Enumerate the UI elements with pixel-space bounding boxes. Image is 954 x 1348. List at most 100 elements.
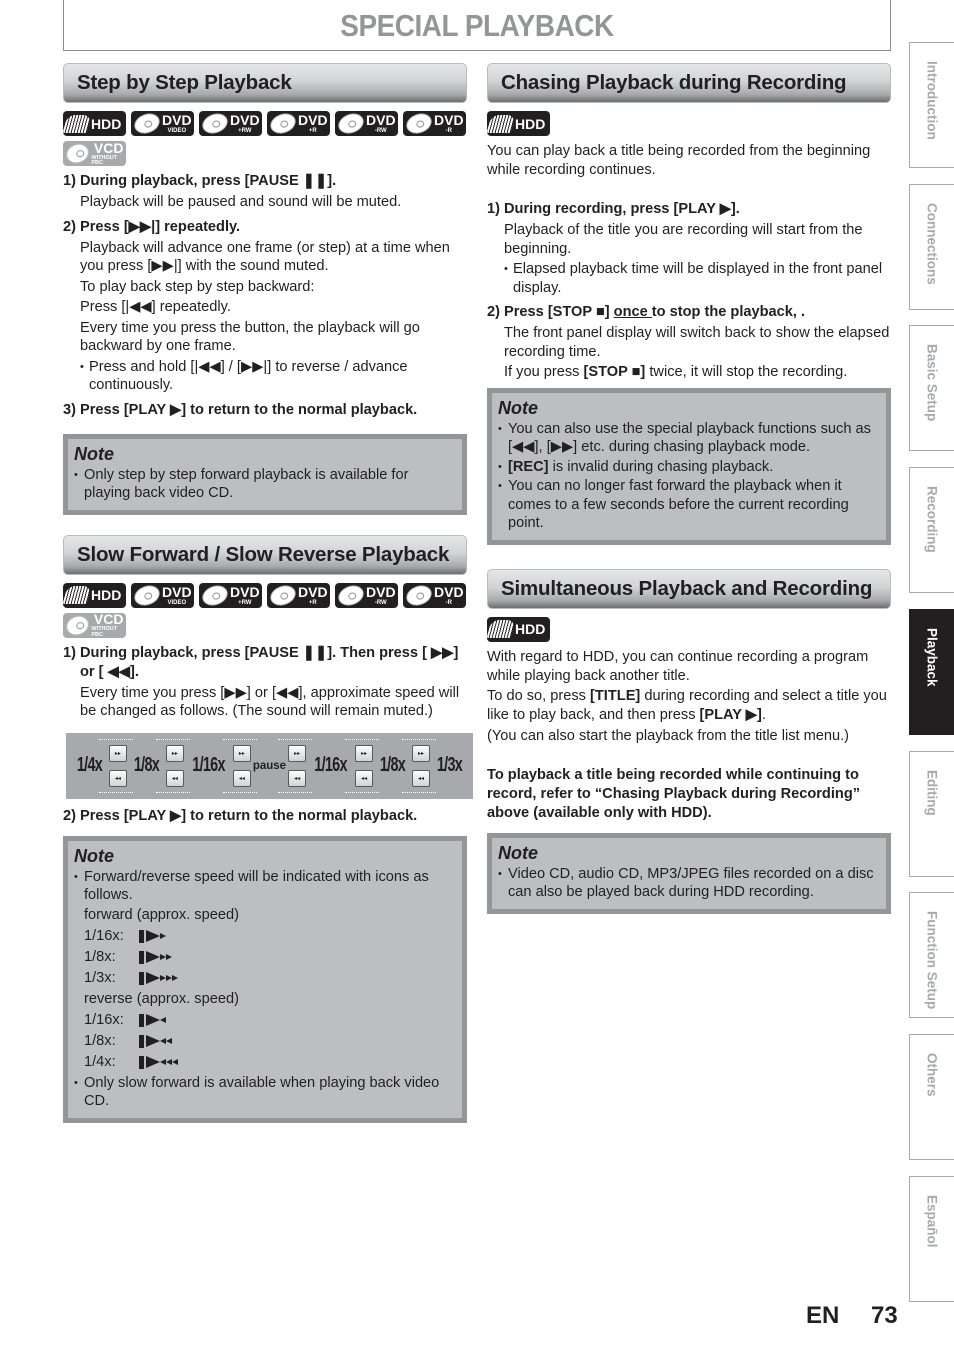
- note-item: [REC] is invalid during chasing playback…: [498, 458, 880, 477]
- paragraph: To do so, press [TITLE] during recording…: [487, 687, 891, 725]
- text: twice, it will stop the recording.: [645, 364, 848, 380]
- dvd-minus-r-badge: DVD -R: [403, 111, 466, 136]
- disc-icon: [131, 111, 163, 136]
- section-title: Step by Step Playback: [77, 71, 292, 94]
- speed-diagram: 1/4x ▸▸ ◂◂ 1/8x ▸▸ ◂◂ 1/16x ▸▸ ◂◂ pause ▸▸ ◂…: [66, 732, 473, 799]
- emphasis-once: once: [613, 304, 652, 320]
- note-item: Forward/reverse speed will be indicated …: [74, 868, 456, 905]
- disc-icon: [335, 111, 367, 136]
- hdd-icon: [63, 114, 92, 133]
- step-heading: Press [PLAY ▶] to return to the normal p…: [80, 401, 418, 418]
- dvd-minus-r-badge: DVD -R: [403, 582, 466, 608]
- step-number: 2): [63, 218, 76, 235]
- badge-sublabel: -RW: [374, 599, 387, 606]
- step-body: Playback will advance one frame (or step…: [80, 239, 450, 275]
- page-title-box: SPECIAL PLAYBACK: [63, 0, 891, 51]
- badge-label: HDD: [515, 621, 546, 637]
- hdd-icon: [63, 586, 92, 604]
- note-title: Note: [74, 845, 114, 866]
- speed-label: 1/16x: [192, 754, 225, 776]
- step-1: 1) During playback, press [PAUSE ❚❚]. The…: [63, 644, 467, 721]
- note-item: You can also use the special playback fu…: [498, 420, 880, 457]
- chapter-tab-label: Basic Setup: [924, 344, 940, 422]
- chapter-tab-label: Recording: [924, 486, 940, 553]
- speed-label: 1/16x:: [84, 927, 124, 944]
- chapter-tab-label: Function Setup: [924, 911, 940, 1010]
- badge-label: DVD: [298, 112, 328, 128]
- chapter-tab-introduction[interactable]: Introduction: [909, 42, 954, 168]
- note-item: Video CD, audio CD, MP3/JPEG files recor…: [498, 865, 880, 902]
- chapter-tab-basic-setup[interactable]: Basic Setup: [909, 325, 954, 452]
- hdd-badge: HDD: [487, 111, 550, 136]
- step-body: If you press [STOP ■] twice, it will sto…: [504, 363, 891, 382]
- key-label: [STOP ■]: [583, 364, 646, 380]
- reference-note: To playback a title being recorded while…: [487, 766, 861, 821]
- rewind-icon: ◂◂: [165, 769, 184, 787]
- chapter-tab-espa-ol[interactable]: Español: [909, 1175, 954, 1302]
- speed-label: 1/16x:: [84, 1011, 124, 1028]
- badge-label: HDD: [91, 587, 122, 603]
- badge-label: DVD: [366, 112, 396, 128]
- forward-label: forward (approx. speed): [84, 906, 239, 923]
- step-2: 2) Press [▶▶|] repeatedly. Playback will …: [63, 218, 467, 395]
- step-number: 2): [63, 807, 76, 824]
- speed-label: 1/4x:: [84, 1053, 116, 1070]
- badge-label: DVD: [298, 583, 328, 600]
- chapter-tab-label: Introduction: [924, 61, 940, 140]
- slow-reverse-icon: [139, 1013, 166, 1027]
- step-body: Playback will be paused and sound will b…: [80, 194, 402, 210]
- disc-icon: [131, 582, 163, 608]
- left-column: Step by Step Playback HDD DVD VIDEO DVD +R…: [63, 63, 473, 1123]
- badge-label: VCD: [93, 141, 124, 156]
- badge-sublabel: VIDEO: [167, 599, 187, 606]
- chapter-tab-function-setup[interactable]: Function Setup: [909, 892, 954, 1019]
- rewind-icon: ◂◂: [412, 769, 431, 787]
- chapter-tab-others[interactable]: Others: [909, 1033, 954, 1160]
- chapter-tab-recording[interactable]: Recording: [909, 467, 954, 594]
- speed-label: 1/4x: [76, 754, 103, 776]
- disc-icon: [335, 582, 367, 608]
- note-box-step: Note Only step by step forward playback …: [63, 433, 467, 515]
- rewind-icon: ◂◂: [108, 769, 127, 787]
- remote-button-pair: ▸▸ ◂◂: [402, 738, 437, 793]
- rewind-icon: ◂◂: [355, 769, 374, 787]
- note-box-chasing: Note You can also use the special playba…: [487, 387, 891, 545]
- badge-label: VCD: [93, 612, 124, 627]
- step-2: 2) Press [STOP ■] once to stop the playba…: [487, 303, 891, 382]
- badge-sublabel: +R: [308, 599, 317, 606]
- intro-text: You can play back a title being recorded…: [487, 143, 871, 178]
- text: is invalid during chasing playback.: [548, 458, 774, 475]
- hdd-badge: HDD: [63, 111, 126, 136]
- dvd-video-badge: DVD VIDEO: [131, 111, 194, 136]
- key-label: [TITLE]: [590, 687, 641, 704]
- hdd-icon: [487, 620, 516, 638]
- reverse-speed-row: 1/4x:: [74, 1052, 456, 1073]
- dvd-video-badge: DVD VIDEO: [131, 582, 194, 608]
- fast-forward-icon: ▸▸: [165, 744, 184, 762]
- chapter-tab-label: Connections: [924, 202, 940, 285]
- vcd-badge: VCD WITHOUT PBC: [63, 612, 126, 638]
- step-heading: to stop the playback, .: [651, 304, 806, 320]
- badge-sublabel: -RW: [374, 128, 387, 134]
- badge-sublabel: VIDEO: [167, 128, 187, 134]
- badge-label: DVD: [162, 583, 192, 600]
- badge-label: DVD: [366, 583, 396, 600]
- remote-button-pair: ▸▸ ◂◂: [98, 738, 133, 793]
- hdd-badge: HDD: [63, 582, 126, 608]
- speed-label: 1/8x:: [84, 948, 116, 965]
- step-heading: Press [PLAY ▶] to return to the normal p…: [80, 807, 418, 824]
- badge-sublabel: +RW: [238, 128, 252, 134]
- chapter-tab-playback[interactable]: Playback: [909, 608, 954, 735]
- speed-label: 1/16x: [314, 754, 347, 776]
- chapter-tab-editing[interactable]: Editing: [909, 750, 954, 877]
- remote-button-pair: ▸▸ ◂◂: [278, 738, 313, 793]
- page-number: 73: [871, 1302, 898, 1329]
- dvd-plus-r-badge: DVD +R: [267, 111, 330, 136]
- reverse-speed-row: 1/8x:: [74, 1031, 456, 1052]
- badge-label: DVD: [434, 583, 464, 600]
- dvd-minus-rw-badge: DVD -RW: [335, 111, 398, 136]
- note-title: Note: [74, 443, 114, 464]
- key-label: [PLAY ▶]: [699, 706, 762, 723]
- speed-label: 1/8x: [133, 754, 160, 776]
- chapter-tab-connections[interactable]: Connections: [909, 183, 954, 310]
